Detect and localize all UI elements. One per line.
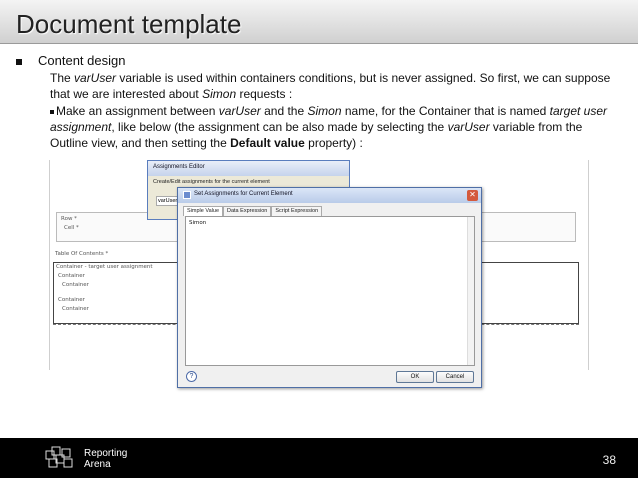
tab-bar: Simple Value Data Expression Script Expr… [183,206,323,216]
dialog-app-icon [183,191,191,199]
paragraph-intro: The varUser variable is used within cont… [50,70,620,102]
text: and the [260,104,308,118]
window-titlebar: Assignments Editor [148,161,349,176]
logo-line1: Reporting [84,448,128,459]
bullet-label: Content design [38,53,126,68]
dialog-title: Set Assignments for Current Element [194,191,293,197]
bullet-content-design: Content design [16,53,125,68]
bg-label-container3: Container [62,282,89,288]
value-textarea[interactable]: Simon [185,216,475,366]
bg-label-row: Row * [61,216,77,222]
text: name, for the Container that is named [341,104,550,118]
tab-script-expression[interactable]: Script Expression [271,206,323,216]
text-varuser: varUser [74,71,117,85]
page-title: Document template [16,9,242,39]
text-varuser: varUser [218,104,261,118]
cancel-button[interactable]: Cancel [436,371,474,383]
logo-text: Reporting Arena [84,448,127,470]
set-assignments-dialog: Set Assignments for Current Element ✕ Si… [177,187,482,388]
bg-label-container4: Container [58,297,85,303]
text: , like below (the assignment can be also… [111,120,448,134]
text: variable is used within containers condi… [50,71,611,101]
bg-label-container2: Container [58,273,85,279]
logo-line2: Arena [84,459,111,470]
tab-data-expression[interactable]: Data Expression [223,206,272,216]
text: - target user assignment [84,264,153,270]
tab-simple-value[interactable]: Simple Value [183,206,223,216]
bullet-square-icon [16,58,22,65]
bg-label-toc: Table Of Contents * [55,251,109,257]
title-bar: Document template [0,0,638,44]
close-icon[interactable]: ✕ [467,190,478,201]
text-simon: Simon [307,104,342,118]
reporting-arena-logo-icon [45,446,73,468]
vertical-scrollbar[interactable] [467,217,474,365]
ok-button[interactable]: OK [396,371,434,383]
text-varuser: varUser [447,120,490,134]
sub-bullet-icon [50,109,54,114]
text: property) : [304,136,363,150]
value-text: Simon [189,220,207,226]
text-simon: Simon [202,87,237,101]
page-number: 38 [602,453,616,467]
dialog-titlebar: Set Assignments for Current Element ✕ [178,188,481,203]
text: Container [56,264,83,270]
paragraph-assignment: Make an assignment between varUser and t… [50,103,620,151]
bg-label-container1: Container - target user assignment [56,264,153,270]
text: Make an assignment between [56,104,219,118]
bg-label-container5: Container [62,306,89,312]
text: The [50,71,75,85]
help-icon[interactable]: ? [186,371,197,382]
bg-label-cell: Cell * [64,225,79,231]
text: requests : [236,87,293,101]
text-default-value: Default value [230,136,305,150]
